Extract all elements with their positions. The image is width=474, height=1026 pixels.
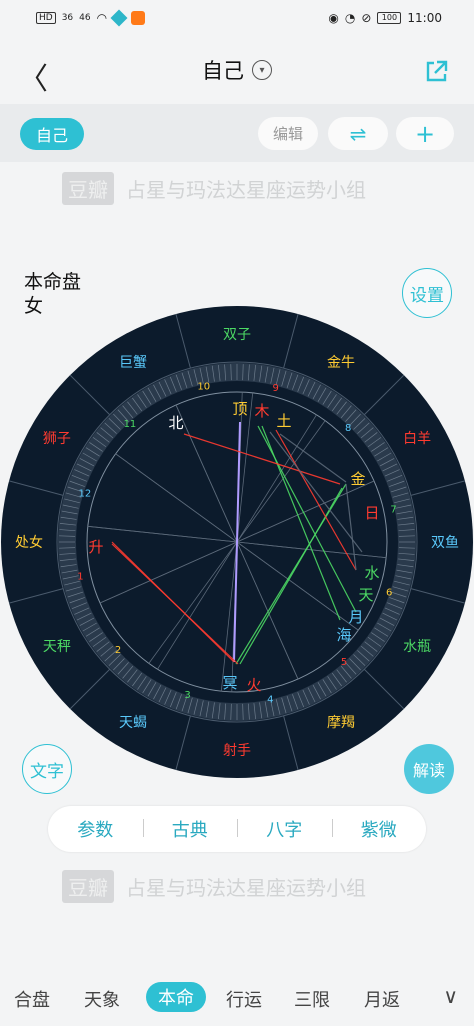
tab-progression[interactable]: 三限 bbox=[294, 986, 330, 1012]
profile-tag-self[interactable]: 自己 bbox=[20, 118, 84, 150]
bottom-tab-bar: 合盘 天象 本命 行运 三限 月返 ∨ bbox=[0, 980, 474, 1016]
house-number: 3 bbox=[184, 690, 190, 701]
zodiac-sign-label: 双鱼 bbox=[431, 534, 459, 551]
tab-transit[interactable]: 行运 bbox=[226, 986, 262, 1012]
zodiac-sign-label: 白羊 bbox=[403, 431, 431, 447]
watermark-logo: 豆瓣 bbox=[62, 172, 114, 205]
profile-toolbar: 自己 编辑 ⇌ + bbox=[0, 104, 474, 162]
house-number: 7 bbox=[390, 505, 396, 516]
planet-glyph[interactable]: 冥 bbox=[222, 674, 237, 692]
planet-glyph[interactable]: 金 bbox=[350, 470, 365, 488]
segment-ziwei[interactable]: 紫微 bbox=[331, 816, 427, 842]
watermark-logo: 豆瓣 bbox=[62, 870, 114, 903]
planet-glyph[interactable]: 北 bbox=[168, 414, 183, 432]
zodiac-sign-label: 狮子 bbox=[43, 431, 71, 447]
zodiac-sign-label: 双子 bbox=[223, 327, 251, 343]
mute-icon: ⊘ bbox=[361, 11, 372, 25]
planet-glyph[interactable]: 顶 bbox=[232, 400, 247, 418]
house-number: 8 bbox=[345, 423, 351, 434]
more-tabs-chevron-icon[interactable]: ∨ bbox=[443, 984, 458, 1008]
signal-indicator-2: 46 bbox=[79, 13, 91, 23]
alarm-icon: ◔ bbox=[344, 11, 356, 25]
zodiac-sign-label: 处女 bbox=[15, 534, 43, 551]
house-number: 2 bbox=[115, 645, 121, 656]
zodiac-sign-label: 天秤 bbox=[43, 639, 71, 655]
zodiac-sign-label: 水瓶 bbox=[403, 639, 431, 655]
wifi-icon: ◠ bbox=[96, 11, 108, 25]
page-title: 自己 bbox=[202, 59, 244, 83]
segment-classical[interactable]: 古典 bbox=[142, 816, 238, 842]
analysis-segment-control: 参数 古典 八字 紫微 bbox=[48, 806, 426, 852]
zodiac-sign-label: 摩羯 bbox=[327, 714, 355, 731]
zodiac-sign-label: 射手 bbox=[223, 743, 251, 759]
planet-glyph[interactable]: 升 bbox=[88, 538, 103, 556]
chevron-down-icon: ▾ bbox=[252, 60, 272, 80]
planet-glyph[interactable]: 木 bbox=[254, 402, 269, 420]
status-time: 11:00 bbox=[407, 11, 442, 25]
house-number: 10 bbox=[197, 381, 210, 392]
planet-glyph[interactable]: 水 bbox=[364, 564, 379, 582]
swap-button[interactable]: ⇌ bbox=[328, 117, 388, 150]
planet-glyph[interactable]: 日 bbox=[364, 504, 379, 522]
tab-lunar-return[interactable]: 月返 bbox=[364, 986, 400, 1012]
edit-button[interactable]: 编辑 bbox=[258, 117, 318, 150]
share-icon[interactable] bbox=[424, 58, 450, 84]
battery-icon: 100 bbox=[377, 12, 402, 24]
interpret-button[interactable]: 解读 bbox=[404, 744, 454, 794]
text-mode-button[interactable]: 文字 bbox=[22, 744, 72, 794]
zodiac-sign-label: 天蝎 bbox=[119, 715, 147, 731]
house-number: 9 bbox=[273, 383, 279, 394]
app-notification-icon bbox=[110, 9, 128, 27]
tab-natal[interactable]: 本命 bbox=[146, 982, 206, 1012]
segment-bazi[interactable]: 八字 bbox=[237, 816, 332, 842]
natal-chart-wheel[interactable]: 双子金牛白羊双鱼水瓶摩羯射手 天蝎 天秤 处女 狮子 巨蟹 9 8 7 6 5 4 3 2 1 12 11 10… bbox=[0, 302, 474, 782]
planet-glyph[interactable]: 天 bbox=[358, 586, 373, 604]
settings-button[interactable]: 设置 bbox=[402, 268, 452, 318]
tab-sky[interactable]: 天象 bbox=[84, 986, 120, 1012]
watermark: 豆瓣 占星与玛法达星座运势小组 bbox=[62, 172, 366, 205]
zodiac-sign-label: 金牛 bbox=[327, 355, 355, 371]
house-number: 5 bbox=[341, 657, 347, 668]
planet-glyph[interactable]: 火 bbox=[246, 676, 261, 694]
zodiac-sign-label: 巨蟹 bbox=[119, 355, 147, 371]
house-number: 12 bbox=[78, 489, 91, 500]
signal-indicator: 36 bbox=[61, 13, 74, 23]
watermark-text: 占星与玛法达星座运势小组 bbox=[126, 876, 366, 900]
planet-glyph[interactable]: 海 bbox=[336, 626, 351, 644]
network-badge: HD bbox=[36, 12, 56, 24]
video-app-icon bbox=[131, 11, 146, 25]
chart-type-label: 本命盘 bbox=[24, 271, 82, 293]
tab-synastry[interactable]: 合盘 bbox=[14, 986, 50, 1012]
title-selector[interactable]: 自己 ▾ bbox=[202, 55, 272, 85]
watermark: 豆瓣 占星与玛法达星座运势小组 bbox=[62, 870, 366, 903]
status-bar: HD 36 46 ◠ ◉ ◔ ⊘ 100 11:00 bbox=[0, 0, 474, 36]
segment-parameters[interactable]: 参数 bbox=[48, 816, 143, 842]
back-button[interactable]: 〈 bbox=[18, 54, 48, 98]
house-number: 11 bbox=[124, 419, 137, 430]
house-number: 4 bbox=[267, 695, 273, 706]
planet-glyph[interactable]: 月 bbox=[348, 608, 363, 626]
house-number: 1 bbox=[77, 571, 83, 582]
add-button[interactable]: + bbox=[396, 117, 454, 150]
header-bar: 〈 自己 ▾ bbox=[0, 36, 474, 104]
house-number: 6 bbox=[386, 587, 392, 598]
watermark-text: 占星与玛法达星座运势小组 bbox=[126, 178, 366, 202]
planet-glyph[interactable]: 土 bbox=[276, 412, 291, 430]
eye-icon: ◉ bbox=[328, 11, 339, 25]
